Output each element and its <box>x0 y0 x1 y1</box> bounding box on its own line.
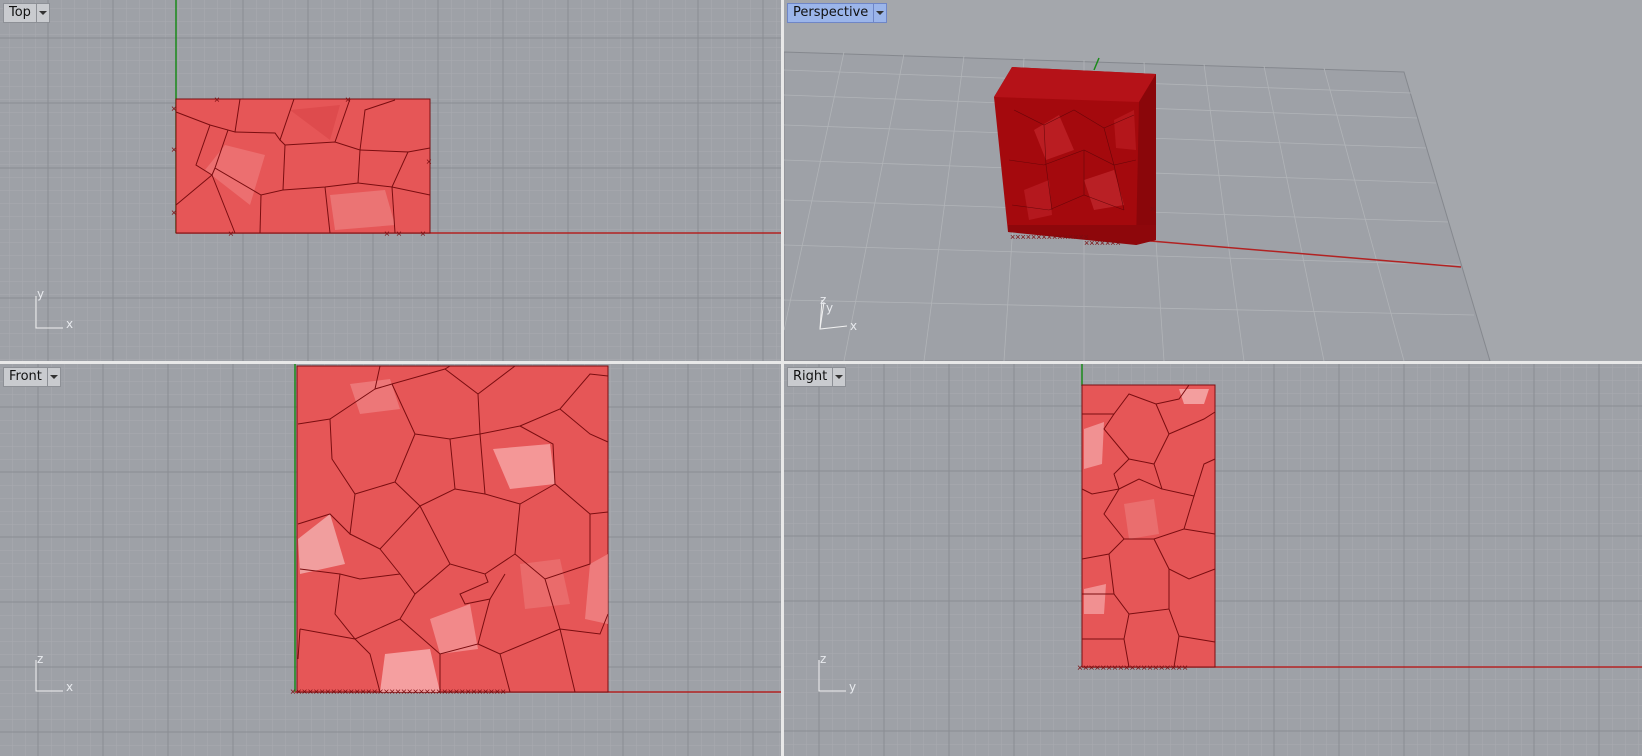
viewport-perspective[interactable]: ××××××××××××××× ××××××× × z y x Perspect… <box>784 0 1642 361</box>
viewport-right[interactable]: ××××××××××××××××××× z y Right <box>784 364 1642 756</box>
axis-label-vertical: z <box>37 652 43 666</box>
svg-text:×××××××: ××××××× <box>1084 238 1121 248</box>
axis-label-vertical: z <box>820 652 826 666</box>
viewport-front-canvas[interactable]: ××××××××××××××××××××××××××××××××××××× z … <box>0 364 781 756</box>
svg-text:××××××××××××××××××××××××××××××: ××××××××××××××××××××××××××××××××××××× <box>290 687 506 698</box>
voronoi-block-top[interactable]: × × × × × × × × × × <box>171 95 432 240</box>
svg-text:×: × <box>1150 204 1155 214</box>
viewport-title-perspective[interactable]: Perspective <box>787 3 888 23</box>
svg-text:×: × <box>345 95 351 106</box>
viewport-right-canvas[interactable]: ××××××××××××××××××× z y <box>784 364 1642 756</box>
viewport-title-right[interactable]: Right <box>787 367 847 387</box>
viewport-name[interactable]: Right <box>788 368 832 386</box>
axis-label-horizontal: x <box>66 680 73 694</box>
axis-label-vertical: y <box>826 301 833 315</box>
svg-text:×: × <box>426 157 432 168</box>
viewport-menu-arrow-icon[interactable] <box>35 4 49 22</box>
viewport-perspective-canvas[interactable]: ××××××××××××××× ××××××× × z y x <box>784 0 1642 361</box>
viewport-front[interactable]: ××××××××××××××××××××××××××××××××××××× z … <box>0 364 781 756</box>
viewport-title-front[interactable]: Front <box>3 367 61 387</box>
voronoi-block-front[interactable]: ××××××××××××××××××××××××××××××××××××× <box>290 365 609 698</box>
axis-label-horizontal: y <box>849 680 856 694</box>
viewport-menu-arrow-icon[interactable] <box>873 4 886 22</box>
viewport-menu-arrow-icon[interactable] <box>46 368 60 386</box>
viewport-title-top[interactable]: Top <box>3 3 50 23</box>
voronoi-block-right[interactable]: ××××××××××××××××××× <box>1077 384 1216 674</box>
axis-label-horizontal: x <box>850 319 857 333</box>
viewport-top-canvas[interactable]: × × × × × × × × × × y x <box>0 0 781 361</box>
svg-text:×: × <box>171 145 177 156</box>
svg-text:×: × <box>171 208 177 219</box>
axis-label-horizontal: x <box>66 317 73 331</box>
svg-text:×: × <box>420 229 426 240</box>
axis-label-vertical: y <box>37 287 44 301</box>
svg-text:×: × <box>396 229 402 240</box>
svg-text:×: × <box>214 95 220 106</box>
svg-text:×: × <box>384 229 390 240</box>
voronoi-block-perspective[interactable]: ××××××××××××××× ××××××× × <box>994 67 1156 248</box>
svg-text:×××××××××××××××: ××××××××××××××× <box>1010 232 1089 242</box>
viewport-name[interactable]: Top <box>4 4 36 22</box>
viewport-name[interactable]: Front <box>4 368 47 386</box>
viewport-top[interactable]: × × × × × × × × × × y x Top <box>0 0 781 361</box>
svg-text:×: × <box>171 104 177 115</box>
viewport-menu-arrow-icon[interactable] <box>832 368 845 386</box>
viewport-name[interactable]: Perspective <box>788 4 873 22</box>
svg-text:×××××××××××××××××××: ××××××××××××××××××× <box>1077 663 1188 674</box>
svg-text:×: × <box>228 229 234 240</box>
